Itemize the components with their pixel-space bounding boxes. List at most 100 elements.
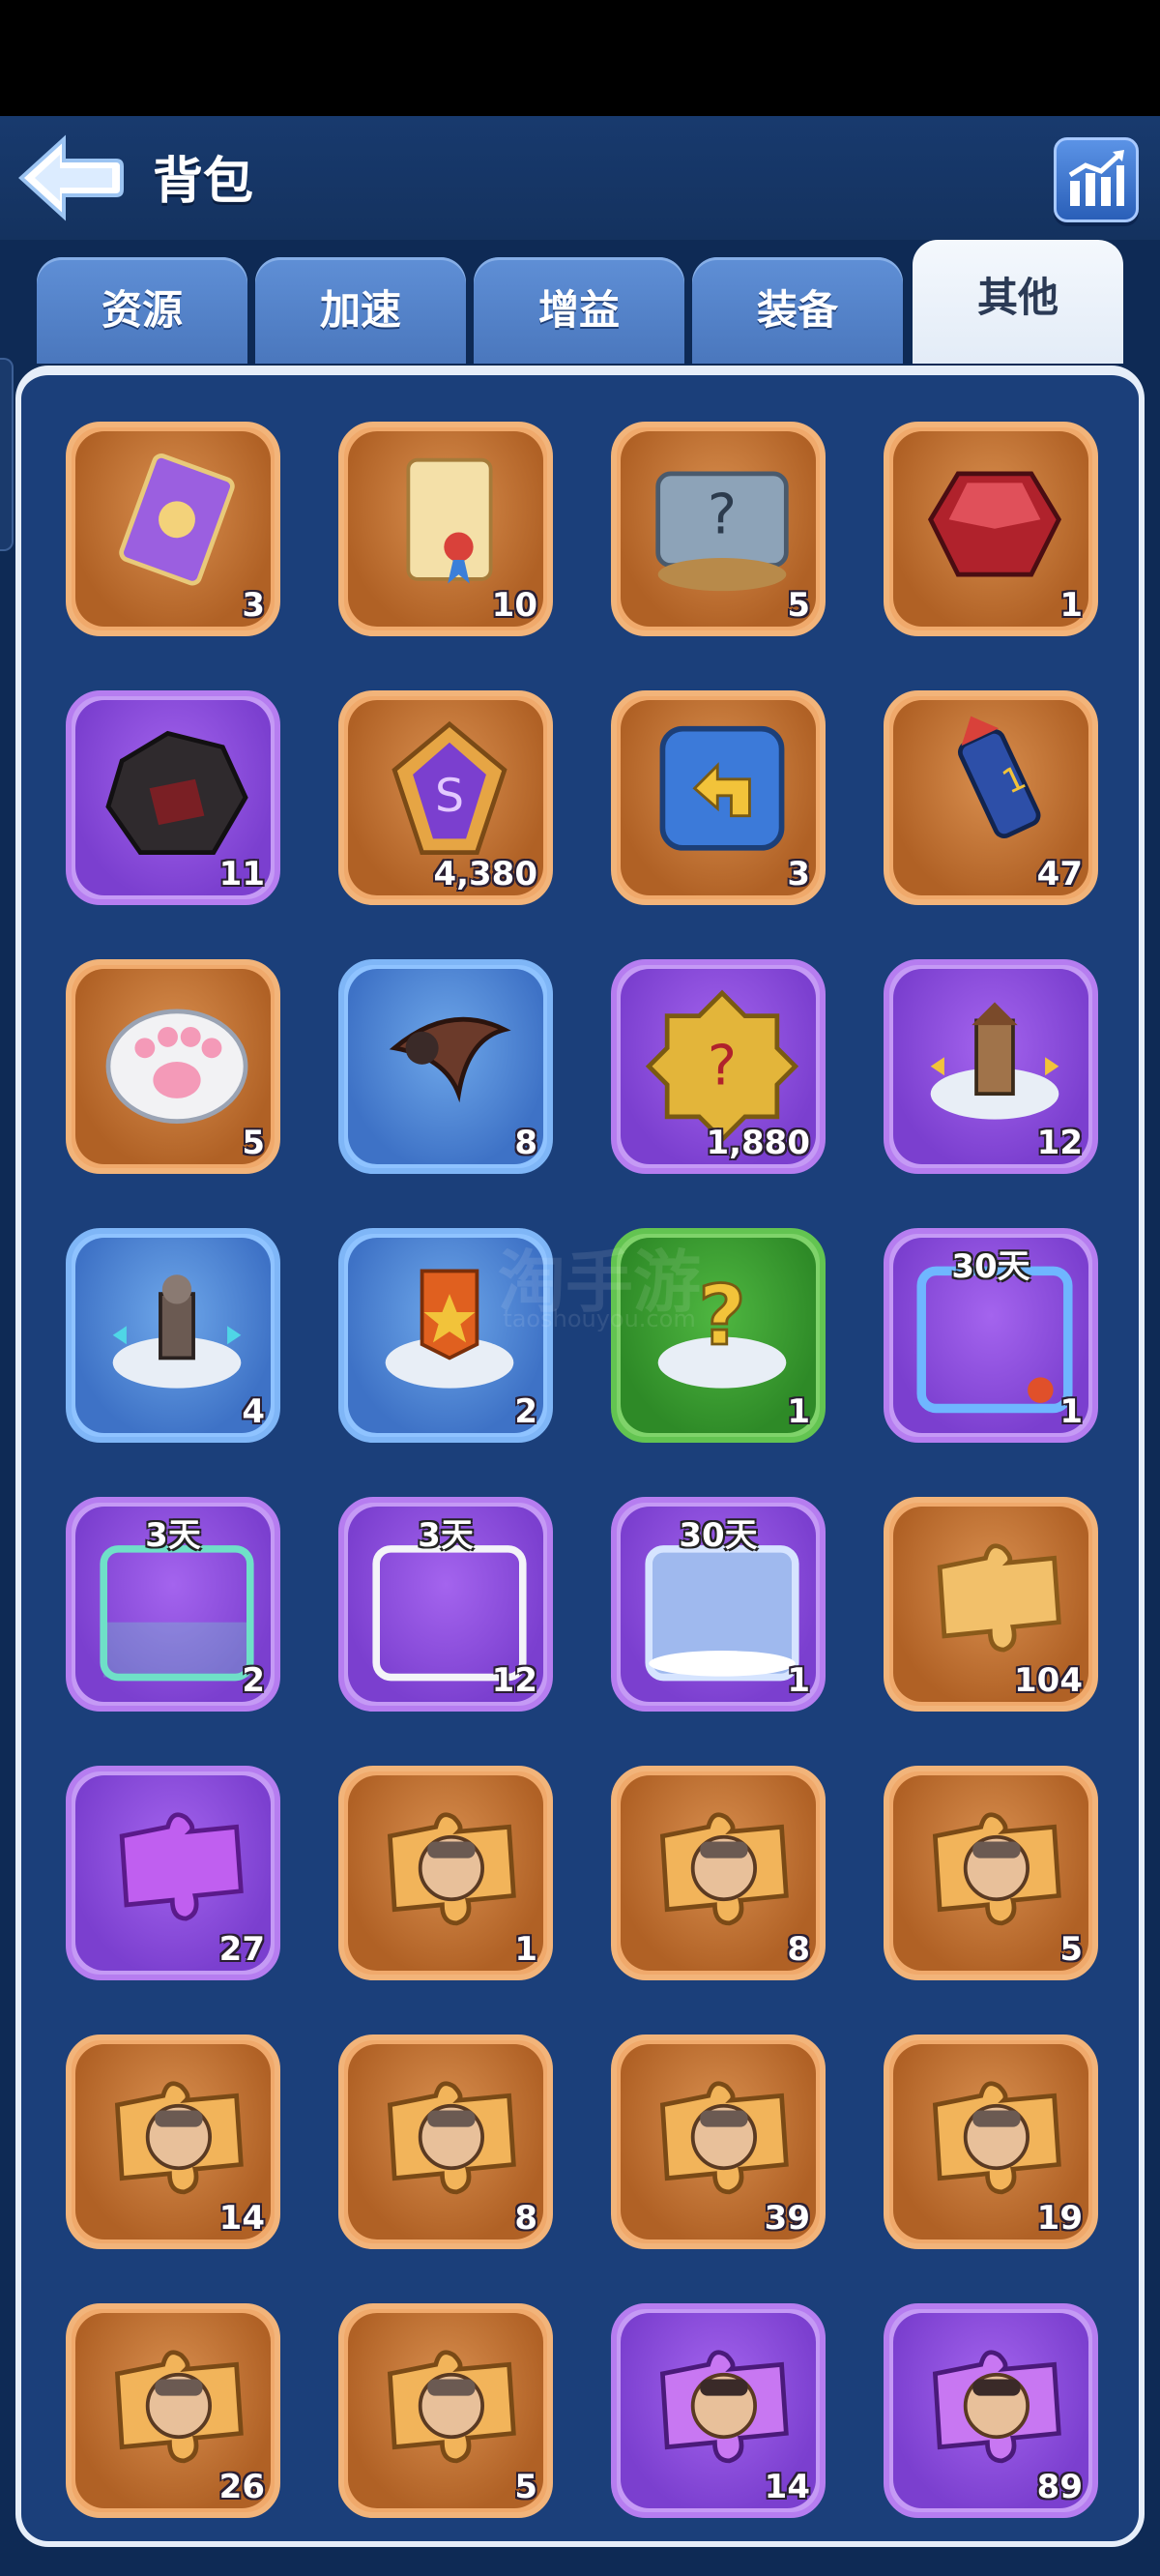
bar-chart-icon [1068, 150, 1124, 206]
item-count: 12 [491, 1661, 537, 1700]
item-count: 1,880 [706, 1124, 810, 1162]
item-count: 19 [1036, 2199, 1083, 2238]
inventory-item[interactable]: 1 47 [884, 690, 1098, 905]
inventory-item[interactable]: 5 [884, 1766, 1098, 1980]
hero-shard-hooded-icon [659, 1812, 789, 1926]
inventory-item[interactable]: 10 [338, 422, 553, 636]
item-count: 27 [218, 1930, 265, 1969]
item-count: 3 [242, 586, 265, 625]
hero-shard-goggles-icon [932, 2350, 1061, 2464]
category-tabs: 资源 加速 增益 装备 其他 [0, 240, 1160, 366]
item-count: 1 [787, 1392, 810, 1431]
scythe-horn-icon [389, 1016, 511, 1103]
hero-shard-viking-icon [114, 2081, 244, 2195]
item-count: 1 [1059, 1392, 1083, 1431]
inventory-item[interactable]: 8 [338, 2034, 553, 2249]
inventory-item[interactable]: 3 [66, 422, 280, 636]
item-count: 104 [1014, 1661, 1083, 1700]
scroll-icon [406, 457, 493, 584]
hero-shard-aviator-icon [387, 1812, 516, 1926]
inventory-item[interactable]: 3天 12 [338, 1497, 553, 1712]
inventory-item[interactable]: 8 [338, 959, 553, 1174]
inventory-item[interactable]: 26 [66, 2303, 280, 2518]
item-count: 4,380 [433, 855, 537, 893]
page-title: 背包 [153, 153, 254, 211]
inventory-item[interactable]: 5 [66, 959, 280, 1174]
inventory-item[interactable]: 1 [884, 422, 1098, 636]
return-arrow-icon [659, 725, 785, 851]
inventory-item[interactable]: 19 [884, 2034, 1098, 2249]
inventory-item[interactable]: 8 [611, 1766, 826, 1980]
item-count: 89 [1036, 2468, 1083, 2506]
building-relocate-icon [930, 1002, 1059, 1120]
item-count: 8 [514, 1124, 537, 1162]
purple-puzzle-icon [119, 1812, 244, 1921]
item-count: 8 [787, 1930, 810, 1969]
item-count: 10 [491, 586, 537, 625]
tab-other[interactable]: 其他 [913, 240, 1123, 364]
hero-shard-miner-icon [114, 2350, 244, 2464]
back-button[interactable] [15, 133, 124, 222]
rune-stone-icon: S [392, 720, 508, 855]
item-count: 2 [242, 1661, 265, 1700]
item-count: 14 [218, 2199, 265, 2238]
item-duration: 30天 [679, 1516, 758, 1555]
inventory-item[interactable]: 14 [611, 2303, 826, 2518]
item-duration: 3天 [145, 1516, 201, 1555]
item-count: 2 [514, 1392, 537, 1431]
statue-relocate-icon [112, 1274, 242, 1389]
item-count: 1 [787, 1661, 810, 1700]
svg-text:S: S [435, 770, 464, 823]
inventory-item[interactable]: 1 [338, 1766, 553, 1980]
stats-button[interactable] [1054, 137, 1139, 222]
item-count: 11 [218, 855, 265, 893]
hero-shard-headlamp-icon [659, 2350, 789, 2464]
item-count: 5 [787, 586, 810, 625]
inventory-item[interactable]: 14 [66, 2034, 280, 2249]
hero-shard-cap-icon [387, 2350, 516, 2464]
inventory-item[interactable]: 30天 1 [611, 1497, 826, 1712]
item-count: 47 [1036, 855, 1083, 893]
tab-equipment[interactable]: 装备 [692, 257, 903, 364]
back-arrow-icon [18, 134, 124, 221]
inventory-item[interactable]: 11 [66, 690, 280, 905]
item-duration: 3天 [418, 1516, 474, 1555]
inventory-item[interactable]: S 4,380 [338, 690, 553, 905]
inventory-item[interactable]: 30天 1 [884, 1228, 1098, 1443]
inventory-item[interactable]: 89 [884, 2303, 1098, 2518]
tab-boosts[interactable]: 增益 [474, 257, 684, 364]
item-count: 1 [1059, 586, 1083, 625]
hero-shard-yeti-icon [932, 1812, 1061, 1926]
inventory-item[interactable]: 12 [884, 959, 1098, 1174]
inventory-item[interactable]: 104 [884, 1497, 1098, 1712]
item-count: 3 [787, 855, 810, 893]
inventory-item[interactable]: 3 [611, 690, 826, 905]
item-count: 5 [1059, 1930, 1083, 1969]
inventory-item[interactable]: ? 1,880 [611, 959, 826, 1174]
item-count: 5 [514, 2468, 537, 2506]
inventory-item[interactable]: 27 [66, 1766, 280, 1980]
purple-card-icon [119, 454, 235, 586]
inventory-item[interactable]: ? 5 [611, 422, 826, 636]
paw-cushion-icon [105, 1009, 248, 1124]
tab-speedup[interactable]: 加速 [255, 257, 466, 364]
gold-puzzle-icon [937, 1543, 1061, 1653]
inventory-item[interactable]: 39 [611, 2034, 826, 2249]
hero-shard-elder-icon [659, 2081, 789, 2195]
tab-resources[interactable]: 资源 [37, 257, 247, 364]
inventory-item[interactable]: 5 [338, 2303, 553, 2518]
item-count: 39 [764, 2199, 810, 2238]
item-count: 5 [242, 1124, 265, 1162]
item-count: 26 [218, 2468, 265, 2506]
item-count: 1 [514, 1930, 537, 1969]
inventory-item[interactable]: 4 [66, 1228, 280, 1443]
firework-rocket-icon: 1 [957, 716, 1041, 839]
item-count: 4 [242, 1392, 265, 1431]
red-gem-icon [927, 471, 1062, 577]
item-count: 14 [764, 2468, 810, 2506]
hero-shard-earmuff-icon [387, 2081, 516, 2195]
side-drawer-handle[interactable] [0, 358, 14, 551]
mystery-medal-icon: ? [645, 989, 799, 1143]
inventory-item[interactable]: 3天 2 [66, 1497, 280, 1712]
status-bar [0, 0, 1160, 116]
